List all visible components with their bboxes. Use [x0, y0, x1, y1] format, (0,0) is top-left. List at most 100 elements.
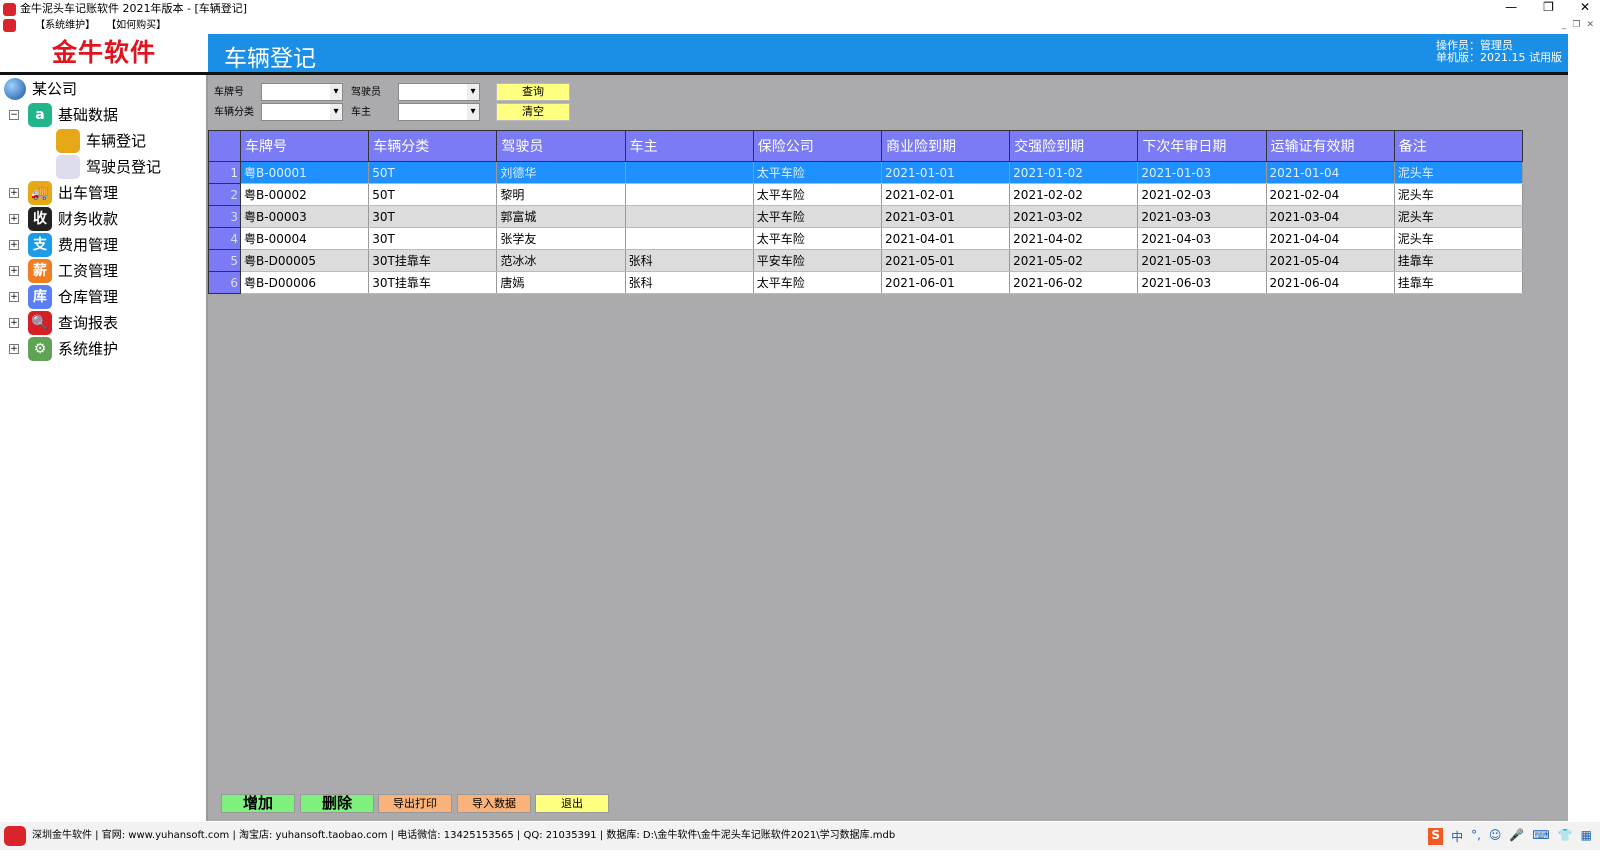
table-cell[interactable]: 2021-02-04	[1266, 183, 1395, 206]
table-cell[interactable]: 2021-01-02	[1009, 161, 1139, 184]
query-button[interactable]: 查询	[496, 83, 570, 101]
table-cell[interactable]: 2021-06-01	[881, 271, 1011, 294]
table-cell[interactable]: 泥头车	[1394, 205, 1524, 228]
table-cell[interactable]	[625, 205, 754, 228]
row-number[interactable]: 5	[207, 249, 242, 272]
table-cell[interactable]: 粤B-00001	[240, 161, 370, 184]
tray-icon[interactable]: 中	[1451, 828, 1463, 845]
expand-toggle[interactable]: +	[9, 292, 19, 302]
menu-system-maintenance[interactable]: 【系统维护】	[35, 20, 95, 31]
tree-root[interactable]: 某公司	[4, 76, 77, 102]
tray-icon[interactable]: ▦	[1581, 828, 1592, 845]
expand-toggle[interactable]: −	[9, 110, 19, 120]
table-cell[interactable]: 泥头车	[1394, 161, 1524, 184]
table-cell[interactable]: 挂靠车	[1394, 271, 1524, 294]
maximize-button[interactable]: ❐	[1543, 0, 1554, 14]
column-header[interactable]: 商业险到期	[880, 130, 1011, 162]
tree-item[interactable]: 收财务收款	[28, 206, 118, 232]
plate-combo[interactable]	[261, 83, 343, 101]
table-cell[interactable]: 粤B-00003	[240, 205, 370, 228]
tray-icon[interactable]: S	[1428, 828, 1444, 845]
row-number[interactable]: 2	[207, 183, 242, 206]
menu-how-to-buy[interactable]: 【如何购买】	[111, 20, 166, 31]
mdi-minimize-button[interactable]: _	[1562, 20, 1567, 30]
delete-button[interactable]: 删除	[300, 794, 374, 813]
tree-item[interactable]: 支费用管理	[28, 232, 118, 258]
table-cell[interactable]: 太平车险	[753, 271, 882, 294]
table-cell[interactable]: 太平车险	[753, 227, 882, 250]
table-cell[interactable]: 张科	[625, 249, 754, 272]
table-cell[interactable]: 2021-03-01	[881, 205, 1011, 228]
expand-toggle[interactable]: +	[9, 266, 19, 276]
table-cell[interactable]: 2021-04-01	[881, 227, 1011, 250]
tree-subitem[interactable]: 驾驶员登记	[56, 154, 161, 180]
table-row[interactable]: 1 粤B-00001 50T 刘德华 太平车险 2021-01-01 2021-01-02 2…	[207, 161, 1524, 184]
expand-toggle[interactable]: +	[9, 344, 19, 354]
table-row[interactable]: 3 粤B-00003 30T 郭富城 太平车险 2021-03-01 2021-03-02 2…	[207, 205, 1524, 228]
table-cell[interactable]: 郭富城	[496, 205, 626, 228]
row-number[interactable]: 1	[207, 161, 242, 184]
table-cell[interactable]: 挂靠车	[1394, 249, 1524, 272]
table-cell[interactable]: 范冰冰	[496, 249, 626, 272]
category-combo[interactable]	[261, 103, 343, 121]
table-cell[interactable]: 唐嫣	[496, 271, 626, 294]
driver-combo[interactable]	[398, 83, 480, 101]
table-cell[interactable]: 2021-04-02	[1009, 227, 1139, 250]
tree-subitem[interactable]: 车辆登记	[56, 128, 146, 154]
tree-item[interactable]: a 基础数据	[28, 102, 118, 128]
expand-toggle[interactable]: +	[9, 240, 19, 250]
tree-item[interactable]: 薪工资管理	[28, 258, 118, 284]
table-cell[interactable]: 粤B-D00005	[240, 249, 370, 272]
table-cell[interactable]: 2021-02-01	[881, 183, 1011, 206]
tree-item[interactable]: 库仓库管理	[28, 284, 118, 310]
table-cell[interactable]: 50T	[368, 183, 498, 206]
table-cell[interactable]: 太平车险	[753, 161, 882, 184]
column-header[interactable]: 备注	[1393, 130, 1524, 162]
tree-item[interactable]: 🚚 出车管理	[28, 180, 118, 206]
table-cell[interactable]: 张科	[625, 271, 754, 294]
table-cell[interactable]: 张学友	[496, 227, 626, 250]
table-cell[interactable]: 2021-03-04	[1266, 205, 1395, 228]
column-header[interactable]: 保险公司	[752, 130, 882, 162]
table-cell[interactable]: 2021-06-04	[1266, 271, 1395, 294]
expand-toggle[interactable]: +	[9, 188, 19, 198]
table-cell[interactable]: 50T	[368, 161, 498, 184]
row-number[interactable]: 4	[207, 227, 242, 250]
column-header[interactable]: 车牌号	[240, 130, 370, 162]
column-header[interactable]: 车辆分类	[368, 130, 498, 162]
table-cell[interactable]: 30T挂靠车	[368, 249, 498, 272]
table-cell[interactable]: 2021-03-03	[1137, 205, 1267, 228]
tray-icon[interactable]: ⌨	[1532, 828, 1549, 845]
table-row[interactable]: 6 粤B-D00006 30T挂靠车 唐嫣 张科 太平车险 2021-06-01 2021-0…	[207, 271, 1524, 294]
column-header[interactable]: 交强险到期	[1009, 130, 1139, 162]
table-cell[interactable]: 30T挂靠车	[368, 271, 498, 294]
row-number[interactable]: 6	[207, 271, 242, 294]
tray-icon[interactable]: °,	[1471, 828, 1481, 845]
table-cell[interactable]: 2021-05-01	[881, 249, 1011, 272]
tree-item[interactable]: 🔍 查询报表	[28, 310, 118, 336]
table-cell[interactable]	[625, 183, 754, 206]
table-cell[interactable]: 黎明	[496, 183, 626, 206]
exit-button[interactable]: 退出	[535, 794, 609, 813]
tree-item[interactable]: ⚙ 系统维护	[28, 336, 118, 362]
table-cell[interactable]: 粤B-D00006	[240, 271, 370, 294]
table-cell[interactable]: 2021-01-03	[1137, 161, 1267, 184]
column-header[interactable]: 运输证有效期	[1265, 130, 1395, 162]
column-header[interactable]: 驾驶员	[496, 130, 626, 162]
row-number[interactable]: 3	[207, 205, 242, 228]
minimize-button[interactable]: —	[1505, 0, 1517, 14]
mdi-restore-button[interactable]: ❐	[1572, 20, 1580, 30]
table-cell[interactable]: 粤B-00002	[240, 183, 370, 206]
table-cell[interactable]: 2021-05-02	[1009, 249, 1139, 272]
table-cell[interactable]: 30T	[368, 205, 498, 228]
owner-combo[interactable]	[398, 103, 480, 121]
add-button[interactable]: 增加	[221, 794, 295, 813]
table-cell[interactable]: 2021-05-03	[1137, 249, 1267, 272]
expand-toggle[interactable]: +	[9, 318, 19, 328]
tray-icon[interactable]: ☺	[1489, 828, 1502, 845]
table-cell[interactable]: 30T	[368, 227, 498, 250]
table-cell[interactable]: 2021-06-03	[1137, 271, 1267, 294]
table-cell[interactable]: 刘德华	[496, 161, 626, 184]
table-row[interactable]: 2 粤B-00002 50T 黎明 太平车险 2021-02-01 2021-02-02 20…	[207, 183, 1524, 206]
table-cell[interactable]: 2021-03-02	[1009, 205, 1139, 228]
